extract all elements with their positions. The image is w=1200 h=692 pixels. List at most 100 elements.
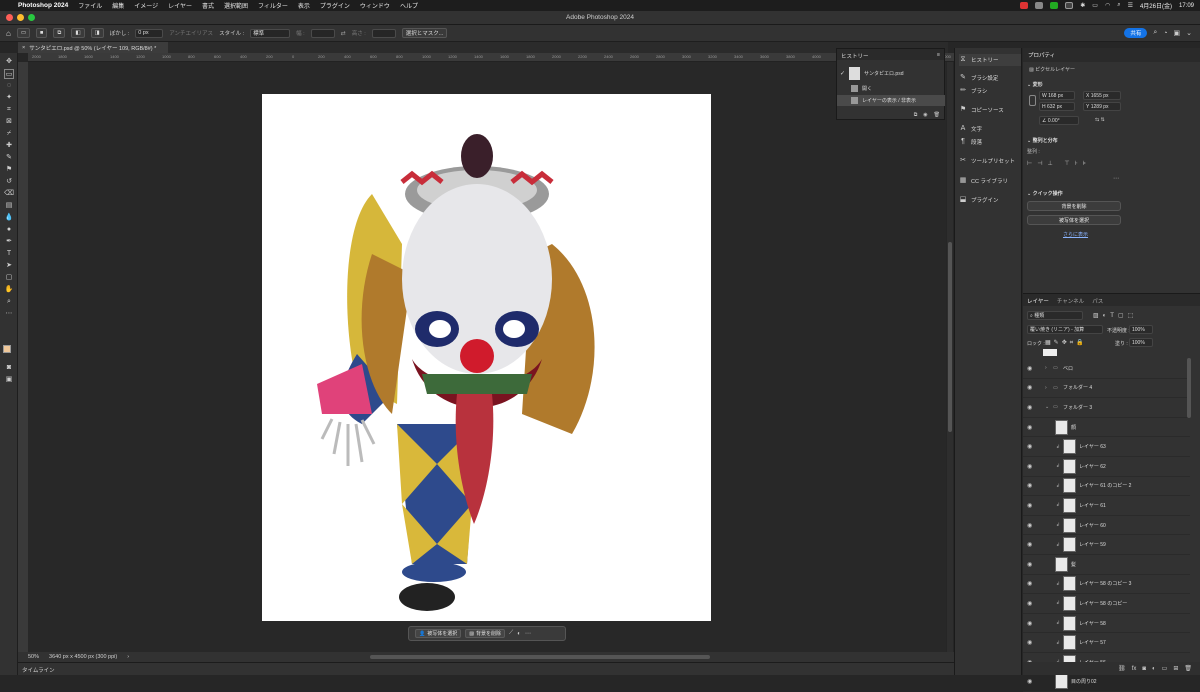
- layer-thumbnail[interactable]: [1063, 635, 1076, 651]
- style-select[interactable]: 標準: [250, 28, 291, 38]
- layer-row[interactable]: ◉ ↲ レイヤー 61 のコピー 2: [1023, 477, 1190, 497]
- canvas-vertical-scrollbar[interactable]: [947, 62, 953, 652]
- more-align-icon[interactable]: ⋯: [1113, 175, 1119, 182]
- control-center-icon[interactable]: ☰: [1128, 2, 1133, 9]
- tab-paths[interactable]: パス: [1092, 297, 1103, 305]
- link-layers-icon[interactable]: ⛓: [1118, 665, 1126, 672]
- workspace-icon[interactable]: ▣: [1174, 29, 1181, 37]
- history-brush-tool-icon[interactable]: ↺: [4, 177, 14, 187]
- eye-icon[interactable]: ◉: [1027, 424, 1032, 431]
- layer-row[interactable]: ◉ ↲ レイヤー 58 のコピー: [1023, 594, 1190, 614]
- tab-layers[interactable]: レイヤー: [1027, 297, 1049, 305]
- quick-actions-section[interactable]: ⌄ クイック操作: [1027, 190, 1063, 197]
- rectangle-tool-icon[interactable]: ▢: [4, 273, 14, 283]
- lasso-tool-icon[interactable]: ◌: [4, 81, 14, 91]
- layer-name[interactable]: 顔: [1071, 424, 1076, 431]
- layer-name[interactable]: 目の周り02: [1071, 678, 1097, 685]
- dock-brushes[interactable]: ✏ ブラシ: [959, 85, 1021, 97]
- menu-select[interactable]: 選択範囲: [224, 1, 248, 10]
- status-app-icon[interactable]: [1050, 2, 1059, 9]
- layer-name[interactable]: レイヤー 58 のコピー 3: [1079, 580, 1131, 587]
- learn-icon[interactable]: ◔: [1163, 30, 1167, 37]
- chevron-right-icon[interactable]: ›: [1045, 365, 1047, 371]
- layer-name[interactable]: レイヤー 61 のコピー 2: [1079, 482, 1131, 489]
- eye-icon[interactable]: ◉: [1027, 404, 1032, 411]
- layer-name[interactable]: レイヤー 58 のコピー: [1079, 600, 1127, 607]
- select-subject-prop-button[interactable]: 被写体を選択: [1027, 215, 1121, 225]
- lock-icons[interactable]: ▦✎✥⌗🔒: [1045, 339, 1087, 347]
- more-options-icon[interactable]: ⋯: [525, 630, 531, 637]
- menu-edit[interactable]: 編集: [112, 1, 124, 10]
- clone-stamp-tool-icon[interactable]: ⚑: [4, 165, 14, 175]
- eye-icon[interactable]: ◉: [1027, 600, 1032, 607]
- dock-paragraph[interactable]: ¶ 段落: [959, 136, 1021, 148]
- chevron-down-icon[interactable]: ⌄: [1045, 404, 1049, 410]
- dodge-tool-icon[interactable]: ●: [4, 225, 14, 235]
- search-icon[interactable]: ⌕: [1153, 29, 1157, 37]
- type-tool-icon[interactable]: T: [4, 249, 14, 259]
- home-icon[interactable]: ⌂: [6, 29, 11, 38]
- quick-mask-icon[interactable]: ◙: [4, 363, 14, 373]
- dock-brush-settings[interactable]: ✎ ブラシ設定: [959, 72, 1021, 84]
- layer-row[interactable]: ◉ ↲ レイヤー 59: [1023, 535, 1190, 555]
- layer-thumbnail[interactable]: [1063, 497, 1076, 513]
- chevron-right-icon[interactable]: ›: [127, 654, 129, 660]
- transform-section[interactable]: ⌄ 変形: [1027, 81, 1043, 88]
- document-canvas[interactable]: [262, 94, 711, 621]
- new-group-icon[interactable]: ▭: [1162, 665, 1168, 672]
- transform-icon[interactable]: ⟋: [509, 630, 513, 637]
- layer-name[interactable]: フォルダー 3: [1063, 404, 1092, 411]
- status-app-icon[interactable]: [1035, 2, 1044, 9]
- menu-file[interactable]: ファイル: [78, 1, 102, 10]
- menu-layer[interactable]: レイヤー: [168, 1, 192, 10]
- hand-tool-icon[interactable]: ✋: [4, 285, 14, 295]
- menu-filter[interactable]: フィルター: [258, 1, 288, 10]
- camera-snapshot-icon[interactable]: ◉: [923, 112, 927, 118]
- history-tab[interactable]: ヒストリー: [841, 54, 869, 60]
- eye-icon[interactable]: ◉: [1027, 482, 1032, 489]
- share-button[interactable]: 共有: [1124, 28, 1148, 38]
- layer-row[interactable]: ◉ ↲ レイヤー 63: [1023, 437, 1190, 457]
- timeline-panel-tab[interactable]: タイムライン: [18, 662, 954, 675]
- remove-background-button[interactable]: ▨ 背景を削除: [465, 629, 505, 638]
- blur-tool-icon[interactable]: 💧: [4, 213, 14, 223]
- opacity-input[interactable]: 100%: [1129, 325, 1153, 334]
- width-field[interactable]: W 168 px: [1039, 91, 1075, 100]
- eye-icon[interactable]: ◉: [1027, 522, 1032, 529]
- blend-mode-select[interactable]: 覆い焼き (リニア) - 加算: [1027, 325, 1103, 334]
- horizontal-ruler[interactable]: 2000 1800 1600 1400 1200 1000 800 600 400 200 0 200…: [28, 53, 954, 62]
- new-document-from-state-icon[interactable]: ⧉: [914, 112, 918, 118]
- menu-help[interactable]: ヘルプ: [400, 1, 418, 10]
- dock-history[interactable]: ⧖ ヒストリー: [959, 54, 1021, 66]
- menu-type[interactable]: 書式: [202, 1, 214, 10]
- layer-name[interactable]: レイヤー 61: [1079, 502, 1106, 509]
- width-input[interactable]: [310, 28, 335, 38]
- intersect-selection-icon[interactable]: ◨: [90, 28, 104, 38]
- new-selection-icon[interactable]: ■: [36, 28, 48, 38]
- height-field[interactable]: H 632 px: [1039, 102, 1075, 111]
- document-tab[interactable]: × サンタピエロ.psd @ 50% (レイヤー 109, RGB/8#) *: [18, 42, 168, 53]
- subtract-selection-icon[interactable]: ◧: [71, 28, 85, 38]
- history-state[interactable]: 開く: [837, 83, 945, 94]
- eye-icon[interactable]: ◉: [1027, 502, 1032, 509]
- eye-icon[interactable]: ◉: [1027, 639, 1032, 646]
- history-snapshot[interactable]: ✓ サンタピエロ.psd: [837, 65, 945, 81]
- eraser-tool-icon[interactable]: ⌫: [4, 189, 14, 199]
- link-dimensions-icon[interactable]: [1029, 95, 1036, 106]
- move-tool-icon[interactable]: ✥: [4, 57, 14, 67]
- layer-group-row[interactable]: ◉ ⌄ ▭ フォルダー 3: [1023, 398, 1190, 418]
- layer-thumbnail[interactable]: [1063, 595, 1076, 611]
- spotlight-search-icon[interactable]: ⌕: [1117, 2, 1120, 9]
- layer-row[interactable]: ◉ ↲ レイヤー 62: [1023, 457, 1190, 477]
- layer-name[interactable]: レイヤー 62: [1079, 463, 1106, 470]
- close-tab-icon[interactable]: ×: [22, 45, 25, 51]
- history-panel-header[interactable]: ヒストリー ≡: [837, 49, 944, 60]
- eye-icon[interactable]: ◉: [1027, 365, 1032, 372]
- layer-thumbnail[interactable]: [1063, 458, 1076, 474]
- select-and-mask-button[interactable]: 選択とマスク...: [401, 28, 448, 38]
- edit-toolbar-icon[interactable]: ⋯: [4, 309, 14, 319]
- menubar-date[interactable]: 4月26日(金): [1140, 1, 1172, 10]
- layer-thumbnail[interactable]: [1055, 556, 1068, 572]
- zoom-tool-icon[interactable]: ⌕: [4, 297, 14, 307]
- align-buttons[interactable]: ⊢⊣⊥ ⊤⊦⊧: [1027, 160, 1091, 167]
